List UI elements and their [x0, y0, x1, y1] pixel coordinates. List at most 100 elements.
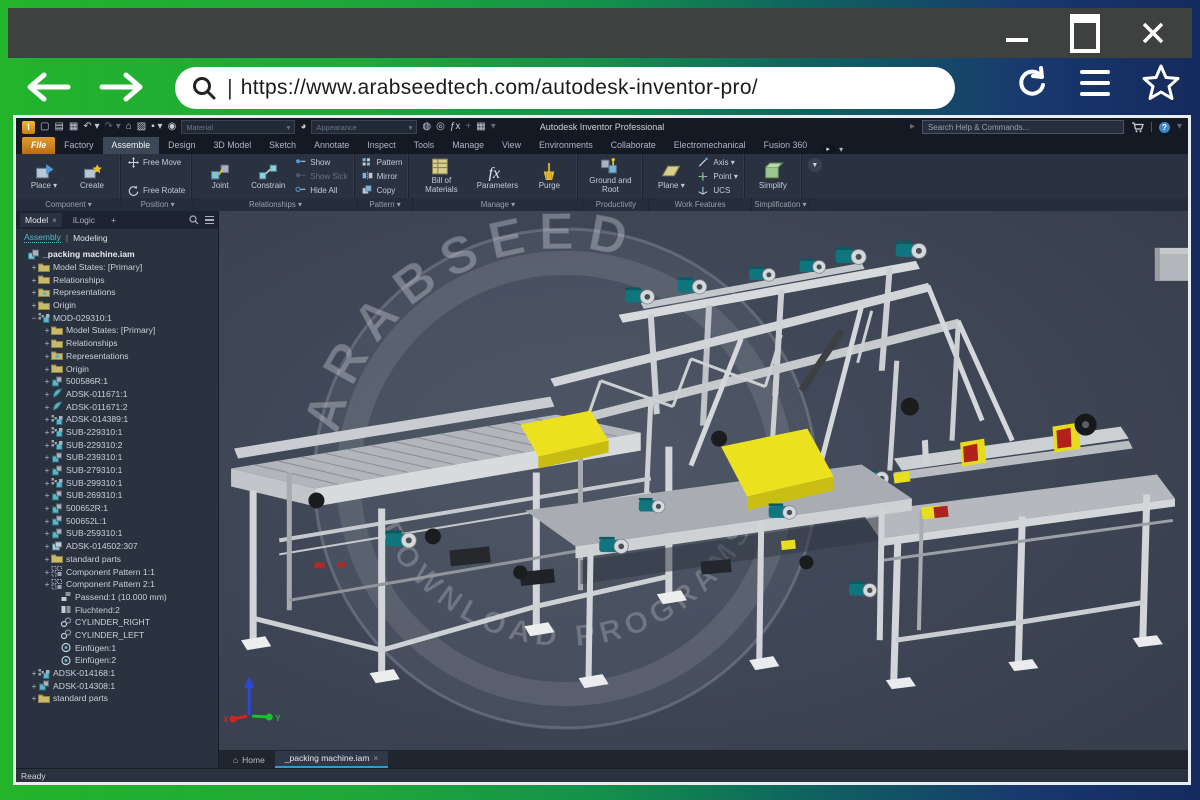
ribbon-tab-collaborate[interactable]: Collaborate: [602, 137, 665, 154]
ribbon-tab-assemble[interactable]: Assemble: [103, 137, 160, 154]
inventor-logo[interactable]: I: [22, 121, 35, 134]
appearance-select[interactable]: Appearance▾: [311, 120, 417, 134]
tree-item-adsk-014502-307[interactable]: +ADSK-014502:307: [16, 540, 218, 553]
tree-item-adsk-014308-1[interactable]: +ADSK-014308:1: [16, 679, 218, 692]
button-free-move[interactable]: Free Move: [127, 156, 185, 168]
doc-tab-home[interactable]: ⌂Home: [223, 753, 275, 768]
tab-ilogic[interactable]: iLogic: [68, 213, 100, 227]
ribbon-tab-3d-model[interactable]: 3D Model: [205, 137, 261, 154]
panel-label-relationships[interactable]: Relationships ▾: [194, 198, 357, 211]
update-icon[interactable]: ◉: [168, 122, 177, 132]
button-place[interactable]: Place ▾: [22, 162, 66, 191]
expander-icon[interactable]: +: [43, 389, 51, 399]
button-copy[interactable]: Copy: [361, 184, 403, 196]
expander-icon[interactable]: +: [30, 287, 38, 297]
open-file-icon[interactable]: ▤: [54, 122, 63, 132]
panel-label-manage[interactable]: Manage ▾: [413, 198, 583, 211]
ribbon-tab-file[interactable]: File: [22, 137, 55, 154]
expander-icon[interactable]: +: [43, 503, 51, 513]
modeling-mode-link[interactable]: Modeling: [73, 233, 108, 243]
tree-item-adsk-014168-1[interactable]: +ADSK-014168:1: [16, 667, 218, 680]
button-axis[interactable]: Axis ▾: [697, 156, 737, 168]
tree-item-adsk-011671-2[interactable]: +ADSK-011671:2: [16, 400, 218, 413]
tree-item-500652r-1[interactable]: +500652R:1: [16, 502, 218, 515]
tree-item-cylinder-right[interactable]: CYLINDER_RIGHT: [16, 616, 218, 629]
expander-icon[interactable]: +: [30, 693, 38, 703]
redo-icon[interactable]: ↷ ▾: [105, 122, 121, 132]
expander-icon[interactable]: +: [43, 554, 51, 564]
panel-menu-icon[interactable]: [205, 216, 214, 225]
close-button[interactable]: [1136, 16, 1170, 50]
button-plane[interactable]: Plane ▾: [649, 162, 693, 191]
adjust2-icon[interactable]: ◎: [436, 122, 445, 132]
expander-icon[interactable]: +: [43, 364, 51, 374]
tree-item-500586r-1[interactable]: +500586R:1: [16, 375, 218, 388]
button-free-rotate[interactable]: Free Rotate: [127, 184, 185, 196]
search-expand-icon[interactable]: ▸: [910, 122, 915, 132]
tree-item-cylinder-left[interactable]: CYLINDER_LEFT: [16, 629, 218, 642]
material-select[interactable]: Material▾: [181, 120, 295, 134]
qat-chevron-icon[interactable]: ▾: [491, 122, 496, 132]
tree-item-500652l-1[interactable]: +500652L:1: [16, 514, 218, 527]
doc-tab-packing-machine-iam[interactable]: _packing machine.iam×: [275, 751, 389, 768]
help-search-input[interactable]: Search Help & Commands...: [922, 120, 1124, 134]
button-pattern[interactable]: Pattern: [361, 156, 403, 168]
home-icon[interactable]: ⌂: [126, 122, 132, 132]
tree-item-einf-gen-1[interactable]: Einfügen:1: [16, 641, 218, 654]
add-panel-tab-button[interactable]: +: [106, 213, 121, 227]
tab-model[interactable]: Model ×: [20, 213, 62, 227]
expander-icon[interactable]: +: [43, 427, 51, 437]
button-ground-and-root[interactable]: Ground and Root: [584, 157, 636, 195]
measure-icon[interactable]: +: [465, 122, 471, 132]
3d-viewport[interactable]: ARABSEED DOWNLOAD PROGRAMS: [219, 211, 1188, 750]
expander-icon[interactable]: +: [30, 262, 38, 272]
button-ucs[interactable]: UCS: [697, 184, 737, 196]
tab-media-button[interactable]: ▸▾: [820, 144, 843, 154]
expander-icon[interactable]: +: [43, 402, 51, 412]
tree-item-representations[interactable]: +Representations: [16, 350, 218, 363]
ribbon-overflow-icon[interactable]: ▼: [808, 158, 822, 172]
expander-icon[interactable]: +: [43, 338, 51, 348]
tree-item-relationships[interactable]: +Relationships: [16, 273, 218, 286]
button-simplify[interactable]: Simplify: [751, 162, 795, 191]
expander-icon[interactable]: +: [43, 452, 51, 462]
expander-icon[interactable]: +: [43, 414, 51, 424]
adjust-icon[interactable]: ◍: [422, 122, 431, 132]
button-constrain[interactable]: Constrain: [246, 162, 290, 191]
maximize-button[interactable]: [1068, 16, 1102, 50]
tree-item-sub-299310-1[interactable]: +SUB-299310:1: [16, 476, 218, 489]
tree-item-sub-259310-1[interactable]: +SUB-259310:1: [16, 527, 218, 540]
tree-item-packing-machine-iam[interactable]: _packing machine.iam: [16, 248, 218, 261]
forward-button[interactable]: [98, 70, 146, 104]
address-bar[interactable]: | https://www.arabseedtech.com/autodesk-…: [175, 67, 955, 109]
tree-item-adsk-014389-1[interactable]: +ADSK-014389:1: [16, 413, 218, 426]
publish-icon[interactable]: ▧: [137, 122, 146, 132]
button-point[interactable]: Point ▾: [697, 170, 737, 182]
tree-item-component-pattern-1-1[interactable]: +Component Pattern 1:1: [16, 565, 218, 578]
tree-item-sub-279310-1[interactable]: +SUB-279310:1: [16, 464, 218, 477]
ribbon-tab-factory[interactable]: Factory: [55, 137, 102, 154]
new-file-icon[interactable]: ▢: [40, 122, 49, 132]
tree-item-passend-1-10-000-mm[interactable]: Passend:1 (10.000 mm): [16, 591, 218, 604]
save-icon[interactable]: ▦: [69, 122, 78, 132]
panel-label-productivity[interactable]: Productivity: [583, 198, 649, 211]
tree-item-standard-parts[interactable]: +standard parts: [16, 692, 218, 705]
button-parameters[interactable]: fxParameters: [471, 162, 523, 191]
menu-button[interactable]: [1080, 70, 1110, 96]
ribbon-tab-environments[interactable]: Environments: [530, 137, 602, 154]
ribbon-tab-sketch[interactable]: Sketch: [260, 137, 305, 154]
panel-label-work-features[interactable]: Work Features: [649, 198, 751, 211]
tree-item-mod-029310-1[interactable]: −MOD-029310:1: [16, 311, 218, 324]
close-tab-icon[interactable]: ×: [52, 216, 57, 225]
expander-icon[interactable]: +: [43, 478, 51, 488]
expander-icon[interactable]: +: [43, 516, 51, 526]
panel-label-simplification[interactable]: Simplification ▾: [752, 198, 810, 211]
ribbon-tab-inspect[interactable]: Inspect: [358, 137, 404, 154]
expander-icon[interactable]: +: [43, 351, 51, 361]
button-create[interactable]: Create: [70, 162, 114, 191]
expander-icon[interactable]: +: [43, 376, 51, 386]
button-show[interactable]: Show: [294, 156, 347, 168]
ribbon-tab-view[interactable]: View: [493, 137, 530, 154]
tree-item-sub-229310-1[interactable]: +SUB-229310:1: [16, 426, 218, 439]
assembly-mode-link[interactable]: Assembly: [24, 232, 61, 243]
